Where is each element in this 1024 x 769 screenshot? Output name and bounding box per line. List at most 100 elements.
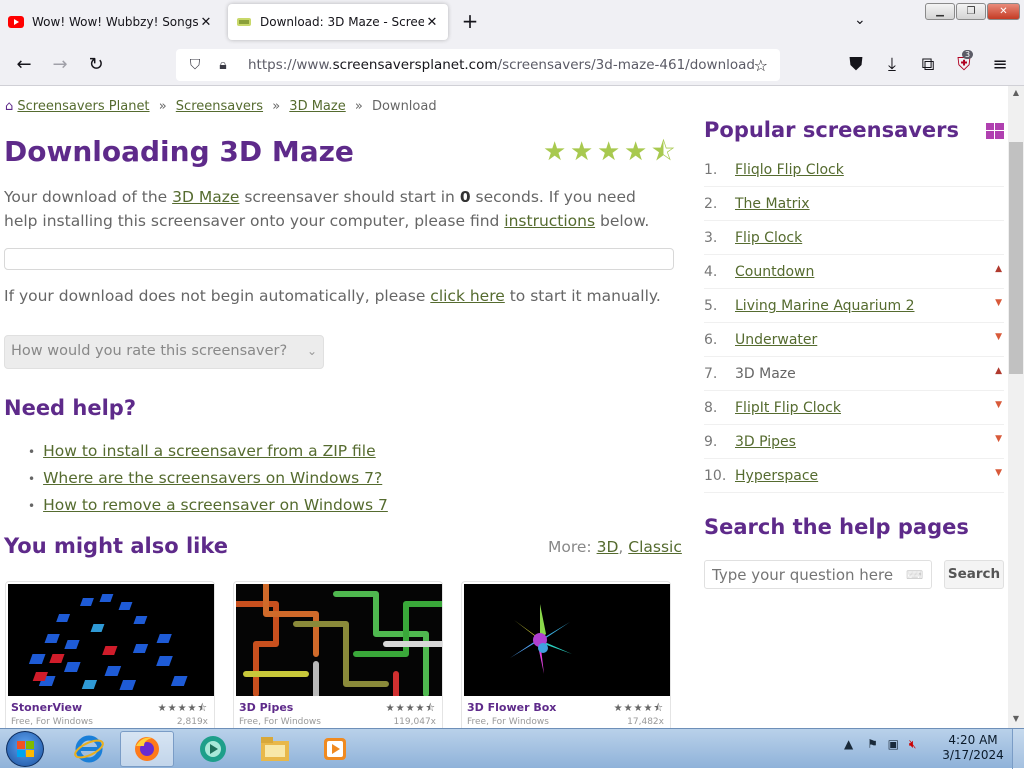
breadcrumb-link-3d-maze[interactable]: 3D Maze bbox=[289, 99, 345, 114]
popular-link-countdown[interactable]: Countdown bbox=[735, 264, 814, 280]
popular-link-flip-clock[interactable]: Flip Clock bbox=[735, 230, 802, 246]
url-text[interactable]: https://www.screensaversplanet.com/scree… bbox=[248, 57, 755, 73]
menu-icon[interactable]: ≡ bbox=[988, 54, 1012, 75]
search-input[interactable] bbox=[704, 560, 932, 589]
url-bar[interactable]: ⛉ 🔒︎ https://www.screensaversplanet.com/… bbox=[176, 49, 780, 81]
download-icon[interactable]: ⤓ bbox=[880, 54, 904, 75]
3d-pipes-thumbnail[interactable] bbox=[236, 584, 442, 696]
youtube-icon bbox=[8, 14, 24, 30]
popular-link-flipit-flip-clock[interactable]: FlipIt Flip Clock bbox=[735, 400, 841, 416]
clock[interactable]: 4:20 AM 3/17/2024 bbox=[940, 733, 1006, 763]
download-intro: Your download of the 3D Maze screensaver… bbox=[4, 188, 650, 230]
show-desktop-button[interactable] bbox=[1012, 729, 1024, 769]
back-icon[interactable]: ← bbox=[12, 54, 36, 75]
close-icon[interactable]: ✕ bbox=[198, 15, 214, 30]
card-title[interactable]: StonerView bbox=[11, 701, 82, 714]
media-player-icon[interactable] bbox=[186, 731, 240, 767]
home-icon[interactable]: ⌂ bbox=[5, 99, 13, 114]
list-item: 6. Underwater ▼ bbox=[704, 323, 1004, 357]
list-item: • How to remove a screensaver on Windows … bbox=[28, 496, 388, 514]
popular-link-hyperspace[interactable]: Hyperspace bbox=[735, 468, 818, 484]
show-hidden-icons-icon[interactable]: ▲ bbox=[844, 737, 853, 751]
help-link-remove-windows7[interactable]: How to remove a screensaver on Windows 7 bbox=[43, 496, 388, 514]
instructions-link[interactable]: instructions bbox=[504, 212, 595, 230]
help-link-install-zip[interactable]: How to install a screensaver from a ZIP … bbox=[43, 442, 376, 460]
scrollbar-thumb[interactable] bbox=[1009, 142, 1023, 374]
popular-link-fliqlo[interactable]: Fliqlo Flip Clock bbox=[735, 162, 844, 178]
3d-maze-link[interactable]: 3D Maze bbox=[172, 188, 239, 206]
card-meta: Free, For Windows bbox=[11, 717, 93, 727]
card-rating: ★★★★⯪ bbox=[157, 703, 208, 714]
half-star-icon: ⯪ bbox=[651, 137, 676, 167]
flag-icon[interactable]: ⚑ bbox=[867, 737, 878, 751]
new-tab-icon[interactable]: + bbox=[458, 9, 482, 33]
internet-explorer-icon[interactable] bbox=[62, 731, 116, 767]
tab-download-3d-maze[interactable]: Download: 3D Maze - Screensav ✕ bbox=[228, 4, 448, 40]
taskbar: ▲ ⚑ ▣ 🔇︎ 4:20 AM 3/17/2024 bbox=[0, 728, 1024, 769]
chevron-down-icon[interactable]: ⌄ bbox=[854, 12, 866, 28]
popular-link-3d-pipes[interactable]: 3D Pipes bbox=[735, 434, 796, 450]
more-link-classic[interactable]: Classic bbox=[628, 538, 682, 556]
rating-stars: ★ ★ ★ ★ ⯪ bbox=[543, 138, 678, 166]
rating-select[interactable]: How would you rate this screensaver? ⌄ bbox=[4, 335, 324, 369]
you-might-also-like-heading: You might also like bbox=[4, 534, 229, 558]
extensions-icon[interactable]: ⧉ bbox=[916, 54, 940, 75]
card-title[interactable]: 3D Pipes bbox=[239, 701, 293, 714]
more-link-3d[interactable]: 3D bbox=[597, 538, 619, 556]
close-window-button[interactable]: ✕ bbox=[987, 3, 1020, 20]
popular-link-the-matrix[interactable]: The Matrix bbox=[735, 196, 810, 212]
trend-down-icon: ▼ bbox=[995, 468, 1002, 478]
network-icon[interactable]: ▣ bbox=[888, 737, 899, 751]
windows-media-player-icon[interactable] bbox=[308, 731, 362, 767]
screensaver-card-3d-pipes[interactable]: 3D Pipes ★★★★⯪ Free, For Windows 119,047… bbox=[233, 581, 443, 728]
reload-icon[interactable]: ↻ bbox=[84, 54, 108, 75]
volume-muted-icon[interactable]: 🔇︎ bbox=[909, 737, 917, 751]
screensaversplanet-icon bbox=[236, 14, 252, 30]
trend-up-icon: ▲ bbox=[995, 264, 1002, 274]
click-here-link[interactable]: click here bbox=[430, 287, 505, 305]
close-icon[interactable]: ✕ bbox=[424, 15, 440, 30]
card-title[interactable]: 3D Flower Box bbox=[467, 701, 556, 714]
shield-icon[interactable]: ⛉ bbox=[186, 57, 204, 73]
start-button[interactable] bbox=[6, 731, 44, 767]
windows-icon bbox=[986, 123, 1004, 139]
file-explorer-icon[interactable] bbox=[248, 731, 302, 767]
countdown: 0 bbox=[459, 188, 471, 206]
screensaver-card-stonerview[interactable]: StonerView ★★★★⯪ Free, For Windows 2,819… bbox=[5, 581, 215, 728]
breadcrumb-link-home[interactable]: Screensavers Planet bbox=[17, 99, 149, 114]
list-item: 8. FlipIt Flip Clock ▼ bbox=[704, 391, 1004, 425]
card-rating: ★★★★⯪ bbox=[613, 703, 664, 714]
screensaver-card-3d-flower-box[interactable]: 3D Flower Box ★★★★⯪ Free, For Windows 17… bbox=[461, 581, 671, 728]
3d-flower-box-thumbnail[interactable] bbox=[464, 584, 670, 696]
star-icon: ★ bbox=[543, 137, 567, 167]
need-help-heading: Need help? bbox=[4, 396, 137, 420]
keyboard-icon[interactable]: ⌨ bbox=[906, 568, 923, 582]
minimize-button[interactable]: ▁ bbox=[925, 3, 955, 20]
forward-icon[interactable]: → bbox=[48, 54, 72, 75]
restore-button[interactable]: ❐ bbox=[956, 3, 986, 20]
breadcrumb-link-screensavers[interactable]: Screensavers bbox=[176, 99, 263, 114]
list-item: 7. 3D Maze ▲ bbox=[704, 357, 1004, 391]
trend-down-icon: ▼ bbox=[995, 332, 1002, 342]
card-meta: Free, For Windows bbox=[239, 717, 321, 727]
help-link-where-windows7[interactable]: Where are the screensavers on Windows 7? bbox=[43, 469, 382, 487]
scroll-down-icon[interactable]: ▼ bbox=[1008, 714, 1024, 723]
popular-current-3d-maze: 3D Maze bbox=[735, 366, 796, 382]
firefox-icon[interactable] bbox=[120, 731, 174, 767]
tab-youtube[interactable]: Wow! Wow! Wubbzy! Songs: Ro ✕ bbox=[0, 4, 222, 40]
star-icon: ★ bbox=[597, 137, 621, 167]
stonerview-thumbnail[interactable] bbox=[8, 584, 214, 696]
list-item: 1. Fliqlo Flip Clock bbox=[704, 153, 1004, 187]
tab-bar: Wow! Wow! Wubbzy! Songs: Ro ✕ Download: … bbox=[0, 0, 1024, 44]
list-item: 10. Hyperspace ▼ bbox=[704, 459, 1004, 493]
search-button[interactable]: Search bbox=[944, 560, 1004, 589]
scroll-up-icon[interactable]: ▲ bbox=[1008, 88, 1024, 97]
lock-icon[interactable]: 🔒︎ bbox=[214, 57, 232, 73]
popular-link-living-marine-aquarium-2[interactable]: Living Marine Aquarium 2 bbox=[735, 298, 915, 314]
popular-link-underwater[interactable]: Underwater bbox=[735, 332, 817, 348]
popular-screensavers-heading: Popular screensavers bbox=[704, 118, 960, 142]
pocket-icon[interactable]: ⛊ bbox=[844, 54, 868, 75]
list-item: 4. Countdown ▲ bbox=[704, 255, 1004, 289]
bookmark-star-icon[interactable]: ☆ bbox=[754, 56, 768, 75]
list-item: 5. Living Marine Aquarium 2 ▼ bbox=[704, 289, 1004, 323]
